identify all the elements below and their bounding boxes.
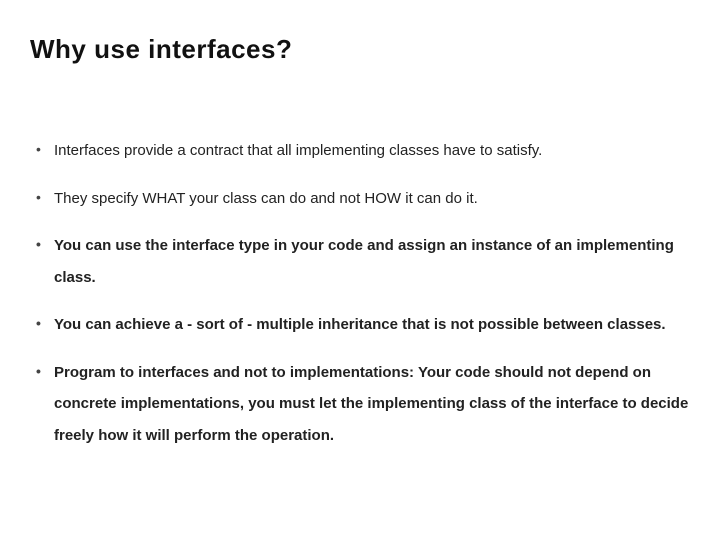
slide-title: Why use interfaces? <box>30 34 690 65</box>
bullet-text: You can achieve a - sort of - <box>54 316 256 333</box>
bullet-item: Interfaces provide a contract that all i… <box>36 135 690 167</box>
bullet-item: They specify WHAT your class can do and … <box>36 183 690 215</box>
bullet-item: You can achieve a - sort of - multiple i… <box>36 309 690 341</box>
bullet-item-highlight: You can use the interface type in your c… <box>36 230 690 293</box>
bullet-list: Interfaces provide a contract that all i… <box>30 135 690 451</box>
bullet-bold-text: multiple inheritance <box>256 316 398 333</box>
slide: Why use interfaces? Interfaces provide a… <box>0 0 720 540</box>
bullet-text: that is not possible between classes. <box>398 316 666 333</box>
bullet-lead: Program to interfaces and not to impleme… <box>54 364 414 381</box>
bullet-item: Program to interfaces and not to impleme… <box>36 357 690 452</box>
